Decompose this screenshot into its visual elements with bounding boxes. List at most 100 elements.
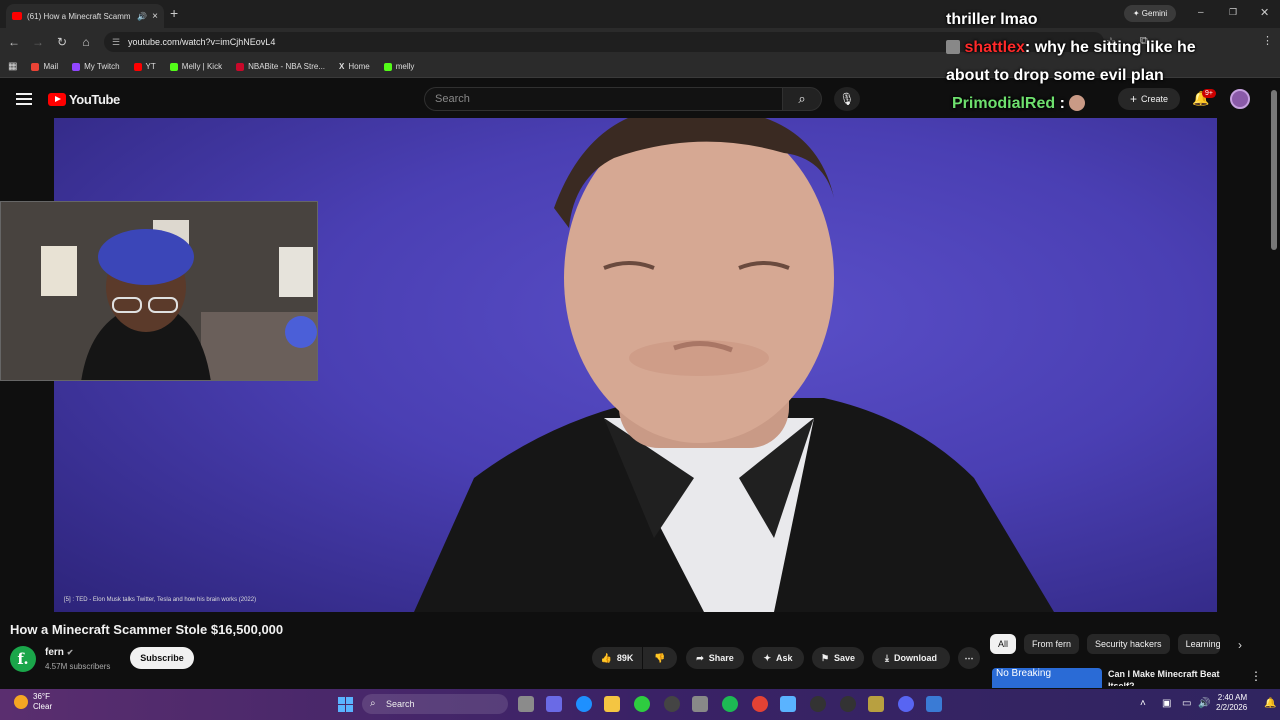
- bookmark-yt[interactable]: YT: [133, 62, 156, 71]
- save-button[interactable]: ⚑ Save: [812, 647, 864, 669]
- system-clock[interactable]: 2:40 AM 2/2/2026: [1216, 693, 1247, 713]
- bookmark-my-twitch[interactable]: My Twitch: [72, 62, 120, 71]
- chat-message: PrimodialRed :: [946, 90, 1246, 118]
- chevron-right-icon[interactable]: ›: [1238, 638, 1242, 652]
- video-frame-person: [414, 118, 1054, 612]
- chat-text: : why he sitting like he: [1024, 39, 1196, 56]
- channel-name[interactable]: fern ✔: [45, 647, 73, 658]
- tab-title: (61) How a Minecraft Scamm: [27, 11, 131, 21]
- chat-username: PrimodialRed: [952, 95, 1056, 112]
- bookmark-label: Home: [348, 62, 370, 71]
- bookmark-melly[interactable]: melly: [383, 62, 415, 71]
- minecraft-icon[interactable]: [868, 696, 884, 712]
- browser-menu-icon[interactable]: ⋮: [1262, 34, 1273, 47]
- bookmark-nbabite[interactable]: NBABite - NBA Stre...: [236, 62, 325, 71]
- window-close-icon[interactable]: ✕: [1260, 6, 1269, 19]
- windows-start-icon[interactable]: [338, 697, 353, 712]
- discord-icon[interactable]: [898, 696, 914, 712]
- more-icon[interactable]: ⋮: [1250, 669, 1262, 683]
- more-icon: ⋯: [964, 652, 974, 663]
- weather-widget[interactable]: 36°F Clear: [14, 692, 52, 712]
- bookmark-label: NBABite - NBA Stre...: [248, 62, 326, 71]
- app-icon[interactable]: [840, 696, 856, 712]
- tray-chevron-up-icon[interactable]: ˄: [1140, 698, 1146, 709]
- video-title: How a Minecraft Scammer Stole $16,500,00…: [10, 622, 284, 637]
- page-scrollbar[interactable]: [1271, 90, 1277, 250]
- copilot-icon[interactable]: [546, 696, 562, 712]
- taskbar-search[interactable]: ⌕ Search: [362, 694, 508, 714]
- task-view-icon[interactable]: [518, 696, 534, 712]
- chip-all[interactable]: All: [990, 634, 1017, 654]
- subscriber-count: 4.57M subscribers: [45, 662, 111, 671]
- search-icon: ⌕: [798, 91, 806, 106]
- like-button[interactable]: 👍 89K: [592, 647, 642, 669]
- emote-icon: [1069, 95, 1086, 111]
- forward-icon[interactable]: →: [30, 34, 46, 50]
- streamer-webcam-overlay: [0, 201, 318, 381]
- recommended-video-title[interactable]: Can I Make Minecraft Beat Itself?: [1108, 668, 1228, 686]
- ask-button[interactable]: ✦ Ask: [752, 647, 804, 669]
- youtube-logo[interactable]: YouTube: [48, 92, 120, 107]
- chrome-icon[interactable]: [752, 696, 768, 712]
- search-button[interactable]: ⌕: [782, 87, 822, 111]
- app-icon[interactable]: [780, 696, 796, 712]
- share-icon: ➦: [696, 652, 704, 663]
- hamburger-menu-icon[interactable]: [16, 93, 32, 105]
- chat-message-continued: about to drop some evil plan: [946, 67, 1164, 84]
- recommended-video-thumbnail[interactable]: No Breaking: [992, 668, 1102, 688]
- subscribe-button[interactable]: Subscribe: [130, 647, 194, 669]
- bookmark-mail[interactable]: Mail: [31, 62, 58, 71]
- volume-icon[interactable]: 🔊: [1198, 698, 1210, 709]
- clock-date: 2/2/2026: [1216, 703, 1248, 712]
- chip-security-hackers[interactable]: Security hackers: [1087, 634, 1170, 654]
- bookmark-melly-kick[interactable]: Melly | Kick: [169, 62, 222, 71]
- webcam-scene: [1, 202, 317, 380]
- notification-center-icon[interactable]: 🔔: [1264, 698, 1276, 709]
- chip-from-fern[interactable]: From fern: [1024, 634, 1080, 654]
- more-actions-button[interactable]: ⋯: [958, 647, 980, 669]
- like-count: 89K: [616, 653, 634, 663]
- stream-chat-overlay: thriller lmao shattlex: why he sitting l…: [946, 6, 1246, 136]
- search-input[interactable]: Search: [424, 87, 782, 111]
- browser-tab[interactable]: (61) How a Minecraft Scamm 🔊 ×: [6, 4, 164, 28]
- save-label: Save: [834, 653, 856, 663]
- video-source-caption: [5] : TED - Elon Musk talks Twitter, Tes…: [64, 597, 257, 603]
- clock-time: 2:40 AM: [1217, 693, 1248, 702]
- kick-icon: [169, 62, 178, 71]
- home-icon[interactable]: ⌂: [78, 34, 94, 50]
- network-icon[interactable]: ▭: [1182, 698, 1191, 709]
- search-icon: ⌕: [370, 698, 376, 709]
- bookmark-label: melly: [395, 62, 415, 71]
- file-explorer-icon[interactable]: [604, 696, 620, 712]
- download-label: Download: [893, 653, 937, 663]
- youtube-favicon-icon: [12, 12, 22, 20]
- spotify-icon[interactable]: [722, 696, 738, 712]
- sparkle-icon: ✦: [763, 652, 772, 663]
- obs-icon[interactable]: [664, 696, 680, 712]
- store-icon[interactable]: [692, 696, 708, 712]
- chat-message: thriller lmao: [946, 11, 1038, 28]
- voice-search-button[interactable]: 🎙: [834, 87, 860, 111]
- edge-icon[interactable]: [576, 696, 592, 712]
- media-player-icon[interactable]: [810, 696, 826, 712]
- download-icon: ⤓: [885, 652, 889, 663]
- channel-avatar[interactable]: f.: [10, 646, 36, 672]
- site-info-icon[interactable]: ☰: [112, 37, 122, 47]
- share-button[interactable]: ➦ Share: [686, 647, 744, 669]
- download-button[interactable]: ⤓ Download: [872, 647, 950, 669]
- apps-grid-icon[interactable]: ▦: [8, 61, 17, 72]
- back-icon[interactable]: ←: [6, 34, 22, 50]
- nba-icon: [236, 62, 245, 71]
- x-logo-icon: X: [339, 62, 345, 71]
- speaker-icon: 🔊: [137, 11, 148, 21]
- reload-icon[interactable]: ↻: [54, 34, 70, 50]
- new-tab-icon[interactable]: +: [170, 6, 184, 20]
- chip-learning[interactable]: Learning: [1177, 634, 1220, 654]
- app-icon[interactable]: [926, 696, 942, 712]
- taskbar-search-label: Search: [386, 699, 415, 709]
- tab-close-icon[interactable]: ×: [152, 11, 158, 22]
- app-tray-icon[interactable]: ▣: [1162, 698, 1171, 709]
- bookmark-home[interactable]: X Home: [339, 62, 370, 71]
- xbox-icon[interactable]: [634, 696, 650, 712]
- dislike-button[interactable]: 👎: [643, 647, 677, 669]
